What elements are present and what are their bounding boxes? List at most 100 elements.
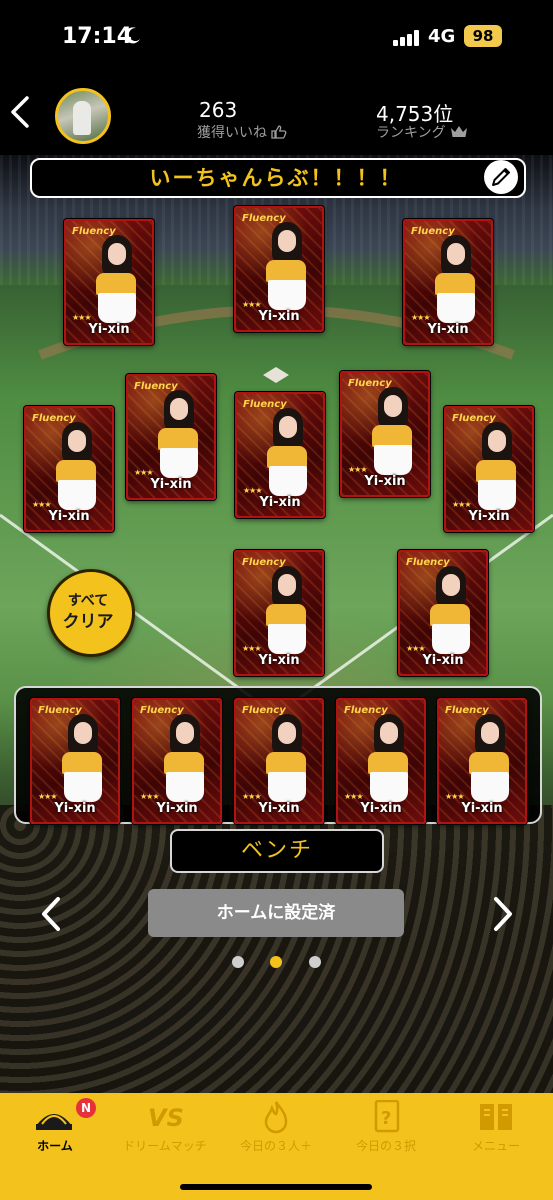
avatar[interactable] — [55, 88, 111, 144]
tab-home-label[interactable]: ホーム — [0, 1137, 110, 1154]
pencil-icon — [492, 168, 510, 186]
stadium-icon[interactable] — [34, 1100, 74, 1134]
card-stars: ★★★ — [243, 486, 262, 495]
vs-icon[interactable]: VS — [144, 1100, 184, 1134]
bench-player-card[interactable]: Fluency ★★★ Yi-xin — [132, 698, 222, 824]
tab-today-choice-label[interactable]: 今日の３択 — [331, 1137, 441, 1154]
bench-label: ベンチ — [240, 838, 313, 863]
bench-player-card[interactable]: Fluency ★★★ Yi-xin — [437, 698, 527, 824]
card-brand: Fluency — [140, 705, 184, 716]
player-name: Yi-xin — [258, 653, 300, 668]
field-player-card[interactable]: Fluency ★★★ Yi-xin — [234, 206, 324, 332]
card-brand: Fluency — [411, 226, 455, 237]
next-arrow-icon[interactable] — [490, 896, 516, 932]
player-skirt — [269, 466, 307, 496]
previous-arrow-icon[interactable] — [38, 896, 64, 932]
player-top — [158, 428, 198, 450]
card-stars: ★★★ — [445, 792, 464, 801]
field-player-card[interactable]: Fluency ★★★ Yi-xin — [126, 374, 216, 500]
player-top — [469, 752, 509, 774]
player-top — [266, 604, 306, 626]
likes-label: 獲得いいね — [197, 122, 287, 142]
card-brand: Fluency — [242, 557, 286, 568]
edit-title-button[interactable] — [484, 160, 518, 194]
player-name: Yi-xin — [259, 495, 301, 510]
player-face — [481, 722, 499, 744]
flame-icon[interactable] — [256, 1100, 296, 1134]
player-name: Yi-xin — [258, 309, 300, 324]
card-brand: Fluency — [243, 399, 287, 410]
question-card-icon[interactable]: ? — [366, 1100, 406, 1134]
page-dot-2[interactable] — [270, 956, 282, 968]
bench-player-card[interactable]: Fluency ★★★ Yi-xin — [336, 698, 426, 824]
card-stars: ★★★ — [38, 792, 57, 801]
player-skirt — [471, 772, 509, 802]
player-top — [266, 260, 306, 282]
field-player-card[interactable]: Fluency ★★★ Yi-xin — [403, 219, 493, 345]
page-dot-1[interactable] — [232, 956, 244, 968]
network-type: 4G — [428, 26, 456, 47]
player-name: Yi-xin — [156, 801, 198, 816]
field-player-card[interactable]: Fluency ★★★ Yi-xin — [444, 406, 534, 532]
player-face — [488, 430, 506, 452]
page-dot-3[interactable] — [309, 956, 321, 968]
player-face — [442, 574, 460, 596]
tab-menu-label[interactable]: メニュー — [441, 1137, 551, 1154]
player-face — [74, 722, 92, 744]
player-skirt — [432, 624, 470, 654]
ranking-label: ランキング — [376, 122, 468, 142]
field-player-card[interactable]: Fluency ★★★ Yi-xin — [235, 392, 325, 518]
player-face — [108, 243, 126, 265]
book-icon[interactable] — [476, 1100, 516, 1134]
card-stars: ★★★ — [348, 465, 367, 474]
notification-badge: N — [76, 1098, 96, 1118]
player-top — [476, 460, 516, 482]
signal-icon — [393, 30, 419, 46]
card-brand: Fluency — [72, 226, 116, 237]
crown-icon — [451, 126, 468, 137]
player-top — [96, 273, 136, 295]
player-name: Yi-xin — [461, 801, 503, 816]
field-player-card[interactable]: Fluency ★★★ Yi-xin — [398, 550, 488, 676]
player-face — [176, 722, 194, 744]
card-stars: ★★★ — [411, 313, 430, 322]
card-brand: Fluency — [38, 705, 82, 716]
player-name: Yi-xin — [364, 474, 406, 489]
svg-text:VS: VS — [148, 1104, 184, 1132]
player-skirt — [437, 293, 475, 323]
field-player-card[interactable]: Fluency ★★★ Yi-xin — [340, 371, 430, 497]
tab-dream-match-label[interactable]: ドリームマッチ — [110, 1137, 220, 1154]
player-skirt — [160, 448, 198, 478]
field-player-card[interactable]: Fluency ★★★ Yi-xin — [24, 406, 114, 532]
status-time: 17:14 — [62, 24, 133, 49]
card-stars: ★★★ — [406, 644, 425, 653]
bench-player-card[interactable]: Fluency ★★★ Yi-xin — [30, 698, 120, 824]
card-brand: Fluency — [242, 705, 286, 716]
card-stars: ★★★ — [32, 500, 51, 509]
field-player-card[interactable]: Fluency ★★★ Yi-xin — [64, 219, 154, 345]
player-skirt — [166, 772, 204, 802]
player-skirt — [64, 772, 102, 802]
card-brand: Fluency — [134, 381, 178, 392]
card-stars: ★★★ — [72, 313, 91, 322]
player-top — [372, 425, 412, 447]
player-top — [430, 604, 470, 626]
tab-today-three-label[interactable]: 今日の３人＋ — [221, 1137, 331, 1154]
player-face — [380, 722, 398, 744]
likes-count: 263 — [199, 98, 238, 122]
field-player-card[interactable]: Fluency ★★★ Yi-xin — [234, 550, 324, 676]
back-arrow-icon[interactable] — [8, 95, 32, 129]
player-face — [384, 395, 402, 417]
player-skirt — [268, 280, 306, 310]
card-stars: ★★★ — [134, 468, 153, 477]
player-skirt — [374, 445, 412, 475]
lineup-title[interactable]: いーちゃんらぶ！！！！ — [30, 158, 522, 198]
player-name: Yi-xin — [54, 801, 96, 816]
player-name: Yi-xin — [150, 477, 192, 492]
card-brand: Fluency — [32, 413, 76, 424]
player-face — [278, 574, 296, 596]
bench-player-card[interactable]: Fluency ★★★ Yi-xin — [234, 698, 324, 824]
card-stars: ★★★ — [140, 792, 159, 801]
player-skirt — [370, 772, 408, 802]
player-name: Yi-xin — [422, 653, 464, 668]
